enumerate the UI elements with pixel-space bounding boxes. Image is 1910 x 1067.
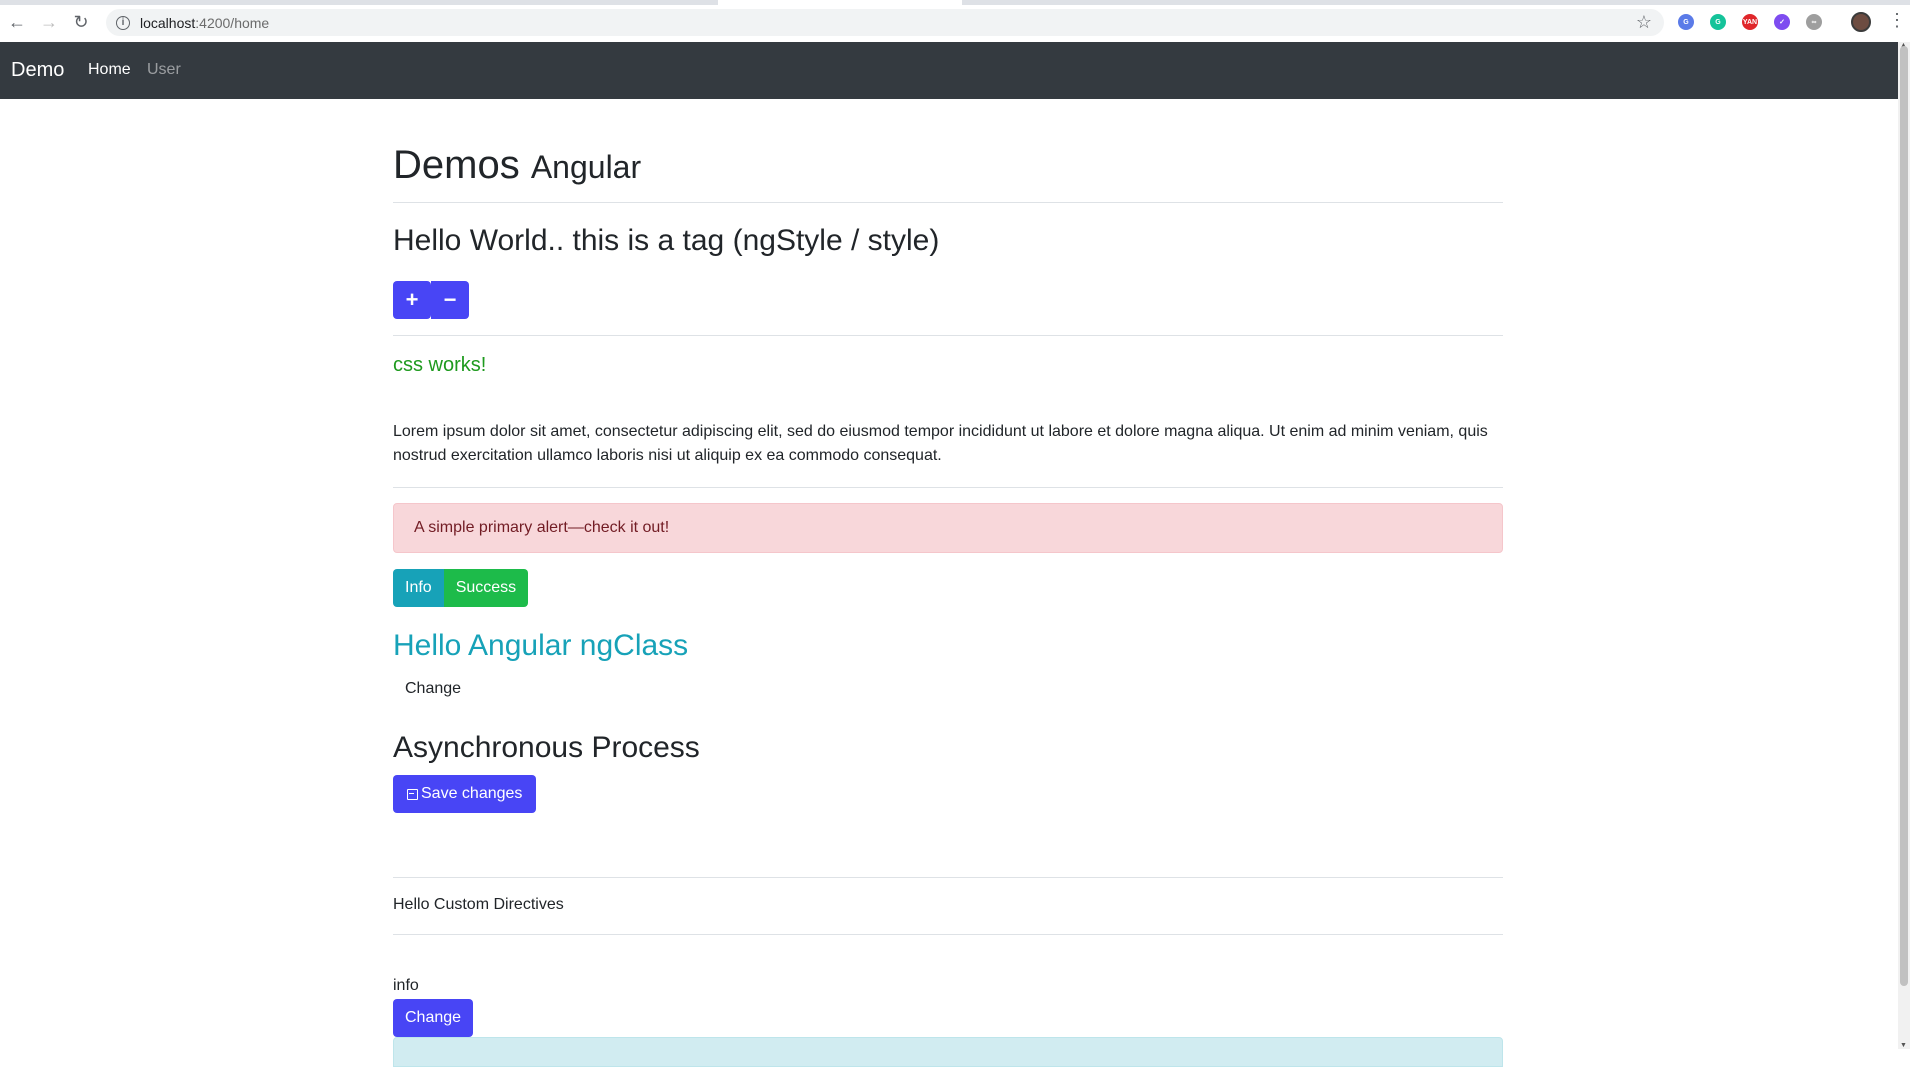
check-extension-icon[interactable]: ✓	[1774, 14, 1790, 30]
info-alert	[393, 1037, 1503, 1067]
profile-avatar[interactable]	[1851, 12, 1871, 32]
app-navbar: Demo Home User	[0, 42, 1898, 99]
bookmark-star-icon[interactable]: ☆	[1636, 12, 1652, 33]
change-link-button[interactable]: Change	[405, 680, 461, 698]
decrease-button[interactable]: −	[431, 281, 469, 319]
page-scrollbar[interactable]: ▲ ▼	[1898, 42, 1910, 1049]
divider	[393, 934, 1503, 935]
scrollbar-thumb[interactable]	[1900, 46, 1908, 986]
navbar-brand[interactable]: Demo	[11, 59, 64, 82]
yandex-icon[interactable]: YAN	[1742, 14, 1758, 30]
page-title-text: Demos	[393, 143, 520, 187]
divider	[393, 335, 1503, 336]
grammarly-icon[interactable]: G	[1710, 14, 1726, 30]
success-button[interactable]: Success	[443, 569, 529, 607]
save-changes-label: Save changes	[421, 785, 523, 802]
translate-icon[interactable]: G	[1678, 14, 1694, 30]
page-title: Demos Angular	[393, 141, 641, 191]
back-icon[interactable]: ←	[5, 10, 29, 34]
info-button[interactable]: Info	[393, 569, 444, 607]
increase-button[interactable]: +	[393, 281, 431, 319]
change-button[interactable]: Change	[393, 999, 474, 1037]
page-subtitle: Angular	[530, 149, 642, 185]
divider	[393, 487, 1503, 488]
forward-icon[interactable]: →	[37, 10, 61, 34]
save-changes-button[interactable]: Save changes	[393, 775, 537, 813]
address-bar[interactable]: i localhost:4200/home ☆	[106, 9, 1664, 36]
site-info-icon[interactable]: i	[116, 15, 130, 30]
size-button-group: + −	[393, 281, 469, 319]
scroll-down-icon[interactable]: ▼	[1900, 1042, 1907, 1049]
async-heading: Asynchronous Process	[393, 731, 700, 764]
divider	[393, 202, 1503, 203]
infinity-extension-icon[interactable]: ∞	[1806, 14, 1822, 30]
divider	[393, 877, 1503, 878]
custom-directives-text: Hello Custom Directives	[393, 896, 564, 913]
url-host: localhost	[140, 14, 196, 31]
status-button-group: Info Success	[393, 569, 529, 607]
reload-icon[interactable]: ↻	[69, 10, 93, 34]
active-tab[interactable]	[718, 0, 962, 5]
css-works-text: css works!	[393, 354, 487, 376]
tab-strip	[0, 0, 1910, 5]
url-path: :4200/home	[195, 14, 270, 31]
primary-alert: A simple primary alert—check it out!	[393, 503, 1503, 553]
info-label: info	[393, 977, 419, 994]
nav-link-user[interactable]: User	[147, 61, 181, 79]
browser-menu-icon[interactable]: ⋮	[1888, 10, 1906, 31]
nav-link-home[interactable]: Home	[88, 61, 131, 79]
lorem-paragraph: Lorem ipsum dolor sit amet, consectetur …	[393, 423, 1488, 464]
ngclass-heading: Hello Angular ngClass	[393, 629, 689, 662]
hello-style-heading: Hello World.. this is a tag (ngStyle / s…	[393, 224, 940, 257]
browser-toolbar: ← → ↻ i localhost:4200/home ☆ G G YAN ✓ ∞ ⋮	[0, 0, 1910, 43]
url-text[interactable]: localhost:4200/home	[140, 15, 269, 31]
floppy-disk-icon	[407, 788, 418, 800]
